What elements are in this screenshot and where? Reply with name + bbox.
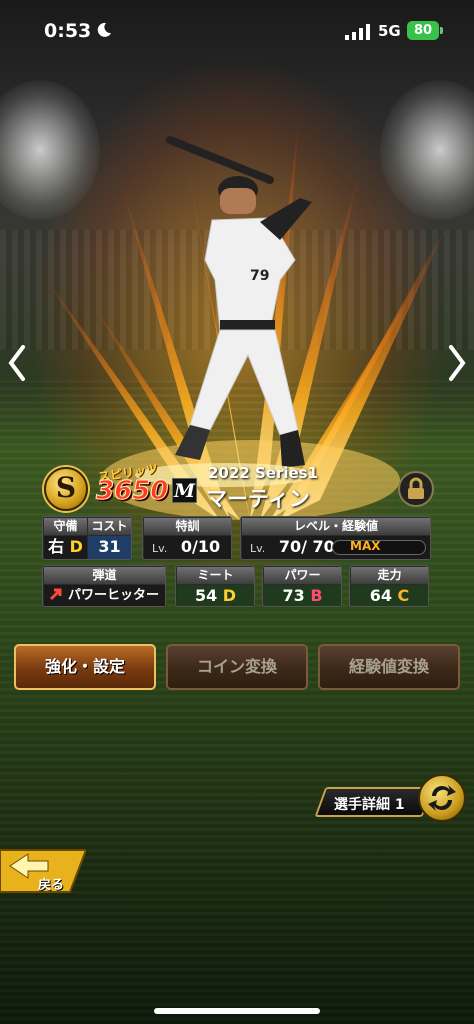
contact-panel: ミート 54 D xyxy=(175,565,255,607)
status-bar: 0:53 5G 80 xyxy=(0,0,474,62)
chevron-left-icon[interactable] xyxy=(6,344,28,382)
level-value-text: 70/ 70 xyxy=(278,537,335,556)
player-name: マーティン xyxy=(206,487,310,511)
moon-icon xyxy=(97,22,111,37)
battery-tip xyxy=(440,27,443,34)
back-label: 戻る xyxy=(38,878,65,893)
coin-convert-button[interactable]: コイン変換 xyxy=(166,644,308,690)
position-value-text: 右 xyxy=(48,537,65,556)
card-series: 2022 Series1 xyxy=(208,464,319,482)
speed-grade: C xyxy=(397,586,410,605)
spirit-coin-icon: S xyxy=(44,467,88,511)
speed-value-text: 64 xyxy=(369,586,392,605)
speed-panel: 走力 64 C xyxy=(349,565,429,607)
position-grade: D xyxy=(69,537,83,556)
spirit-value: 3650 xyxy=(95,476,169,507)
home-indicator[interactable] xyxy=(154,1008,320,1014)
power-label: パワー xyxy=(264,567,341,584)
swap-arrows-icon xyxy=(428,785,456,811)
power-grade: B xyxy=(310,586,323,605)
chevron-right-icon[interactable] xyxy=(446,344,468,382)
power-value-text: 73 xyxy=(282,586,305,605)
network-label: 5G xyxy=(378,22,401,40)
training-value-text: 0/10 xyxy=(180,537,221,556)
contact-label: ミート xyxy=(177,567,254,584)
max-label: MAX xyxy=(350,539,381,553)
enhance-settings-button[interactable]: 強化・設定 xyxy=(14,644,156,690)
lock-icon xyxy=(408,477,424,499)
position-value: 右 D xyxy=(44,536,87,559)
level-label: レベル・経験値 xyxy=(242,518,430,535)
cost-value: 31 xyxy=(88,536,131,559)
training-value: Lv. 0/10 xyxy=(144,536,231,559)
training-lv-prefix: Lv. xyxy=(152,542,168,555)
exp-convert-button[interactable]: 経験値変換 xyxy=(318,644,460,690)
trajectory-label: 弾道 xyxy=(44,567,165,584)
speed-value: 64 C xyxy=(351,585,428,606)
position-label: 守備 xyxy=(44,518,87,535)
position-cost-panel: 守備 コスト 右 D 31 xyxy=(42,516,132,560)
level-lv-prefix: Lv. xyxy=(250,542,266,555)
training-label: 特訓 xyxy=(144,518,231,535)
status-time: 0:53 xyxy=(44,20,92,42)
contact-grade: D xyxy=(222,586,237,605)
power-panel: パワー 73 B xyxy=(262,565,342,607)
contact-value-text: 54 xyxy=(194,586,218,605)
cost-label: コスト xyxy=(88,518,131,535)
player-detail-label: 選手詳細 1 xyxy=(334,797,405,813)
power-value: 73 B xyxy=(264,585,341,606)
lock-button[interactable] xyxy=(398,471,434,507)
team-logo: M xyxy=(172,478,197,503)
speed-label: 走力 xyxy=(351,567,428,584)
signal-icon xyxy=(345,24,370,40)
uniform-number: 79 xyxy=(250,268,269,284)
up-arrow-icon xyxy=(49,588,62,601)
swap-icon[interactable] xyxy=(418,774,466,822)
training-panel: 特訓 Lv. 0/10 xyxy=(142,516,232,560)
contact-value: 54 D xyxy=(177,585,254,606)
battery-icon: 80 xyxy=(407,21,439,40)
player-illustration: 79 xyxy=(135,136,315,487)
